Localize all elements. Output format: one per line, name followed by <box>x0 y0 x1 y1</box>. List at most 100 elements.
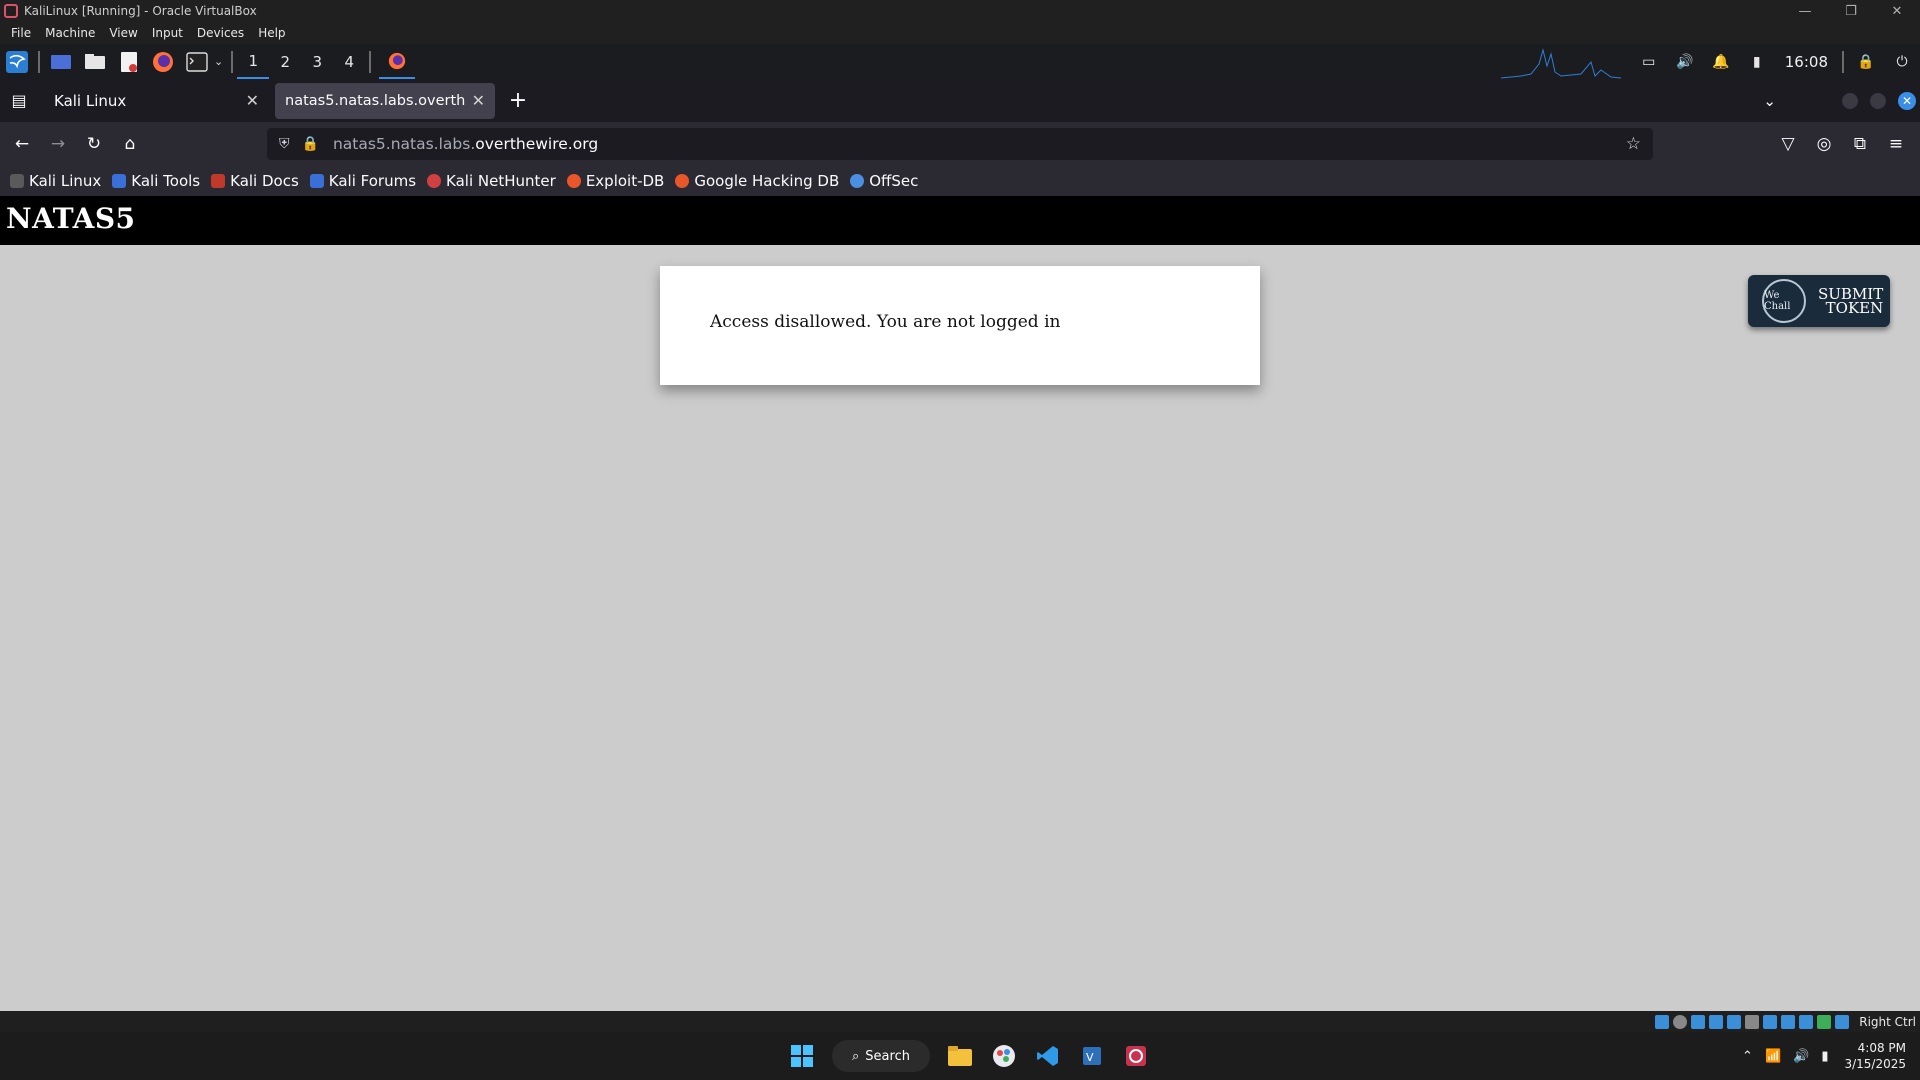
bookmark-label: Kali Linux <box>29 172 102 190</box>
display-icon[interactable] <box>1763 1014 1778 1029</box>
tab-overview-icon[interactable]: ▤ <box>0 83 38 119</box>
bookmark-kali-linux[interactable]: Kali Linux <box>10 172 101 190</box>
cpu-icon[interactable] <box>1799 1014 1814 1029</box>
taskbar-time: 4:08 PM <box>1857 1041 1906 1055</box>
tracking-shield-icon[interactable]: ⛨ <box>279 136 290 152</box>
virtualbox-manager-icon[interactable]: V <box>1072 1036 1112 1076</box>
speaker-icon[interactable]: 🔊 <box>1793 1049 1809 1064</box>
account-icon[interactable]: ◎ <box>1806 128 1842 160</box>
menu-help[interactable]: Help <box>251 26 292 40</box>
workspace-4[interactable]: 4 <box>333 44 365 79</box>
list-all-tabs-icon[interactable]: ⌄ <box>1763 92 1776 110</box>
maximize-window-button[interactable] <box>1870 92 1886 109</box>
ghdb-icon <box>675 174 690 188</box>
taskbar-search[interactable]: ⌕ Search <box>832 1040 930 1072</box>
taskbar-apps: ⌕ Search V <box>780 1032 1158 1080</box>
workspace-2[interactable]: 2 <box>269 44 301 79</box>
new-tab-button[interactable]: + <box>503 86 533 116</box>
battery-icon[interactable]: ▮ <box>1744 49 1770 75</box>
kali-forums-icon <box>309 174 324 188</box>
file-manager-icon[interactable] <box>82 49 108 75</box>
menu-machine[interactable]: Machine <box>38 26 102 40</box>
url-bar[interactable]: ⛨ 🔒 natas5.natas.labs.overthewire.org ☆ <box>267 128 1653 160</box>
bookmark-star-icon[interactable]: ☆ <box>1626 134 1641 154</box>
minimize-icon[interactable]: — <box>1782 0 1828 22</box>
taskbar-clock[interactable]: 4:08 PM 3/15/2025 <box>1844 1040 1906 1072</box>
notification-bell-icon[interactable]: 🔔 <box>1708 49 1734 75</box>
hamburger-menu-icon[interactable]: ≡ <box>1878 128 1914 160</box>
bookmark-google-hacking-db[interactable]: Google Hacking DB <box>675 172 839 190</box>
exploit-db-icon <box>566 174 581 188</box>
panel-separator <box>369 50 372 73</box>
workspace-1[interactable]: 1 <box>237 44 270 79</box>
workspace-3[interactable]: 3 <box>301 44 333 79</box>
wifi-icon[interactable]: 📶 <box>1765 1049 1781 1064</box>
vscode-icon[interactable] <box>1028 1036 1068 1076</box>
usb-icon[interactable] <box>1727 1014 1742 1029</box>
firefox-window-button[interactable] <box>379 44 416 79</box>
kalilinux-vm-icon[interactable] <box>1116 1036 1156 1076</box>
bookmark-kali-tools[interactable]: Kali Tools <box>112 172 200 190</box>
close-window-button[interactable]: ✕ <box>1898 91 1916 110</box>
kali-dragon-icon <box>10 174 24 188</box>
tab-kali-linux[interactable]: Kali Linux ✕ <box>44 83 269 119</box>
menu-devices[interactable]: Devices <box>190 26 251 40</box>
bookmark-kali-docs[interactable]: Kali Docs <box>211 172 299 190</box>
bookmark-kali-forums[interactable]: Kali Forums <box>309 172 416 190</box>
battery-icon[interactable]: ▮ <box>1821 1049 1828 1064</box>
tab-close-icon[interactable]: ✕ <box>472 91 485 110</box>
reload-icon[interactable]: ↻ <box>76 128 112 160</box>
show-hidden-icons-icon[interactable]: ⌃ <box>1742 1049 1753 1064</box>
back-arrow-icon[interactable]: ← <box>4 128 40 160</box>
windows-start-icon[interactable] <box>782 1036 822 1076</box>
tab-natas5[interactable]: natas5.natas.labs.overthewire.org ✕ <box>275 82 495 119</box>
extensions-icon[interactable]: ⧉ <box>1842 128 1878 160</box>
home-icon[interactable]: ⌂ <box>112 128 148 160</box>
text-editor-icon[interactable] <box>116 49 142 75</box>
restore-icon[interactable]: ❐ <box>1828 0 1874 22</box>
url-domain: overthewire.org <box>475 135 599 153</box>
shared-folders-icon[interactable] <box>1745 1014 1760 1029</box>
url-text[interactable]: natas5.natas.labs.overthewire.org <box>333 135 598 153</box>
audio-icon[interactable] <box>1691 1014 1706 1029</box>
menu-file[interactable]: File <box>4 26 38 40</box>
bookmark-offsec[interactable]: OffSec <box>850 172 918 190</box>
recording-icon[interactable] <box>1781 1014 1796 1029</box>
bookmark-kali-nethunter[interactable]: Kali NetHunter <box>427 172 556 190</box>
lock-icon[interactable]: 🔒 <box>1853 49 1879 75</box>
firefox-launcher-icon[interactable] <box>150 49 176 75</box>
chevron-down-icon[interactable]: ⌄ <box>214 55 223 68</box>
window-controls: — ❐ ✕ <box>1782 0 1920 22</box>
guest-additions-icon[interactable] <box>1817 1014 1832 1029</box>
site-info-lock-icon[interactable]: 🔒 <box>302 136 319 152</box>
menu-input[interactable]: Input <box>145 26 190 40</box>
kali-menu-icon[interactable] <box>4 49 30 75</box>
panel-separator <box>1842 50 1844 73</box>
menu-view[interactable]: View <box>102 26 144 40</box>
optical-drive-icon[interactable] <box>1673 1014 1688 1029</box>
terminal-icon[interactable] <box>184 49 210 75</box>
logout-icon[interactable]: ⏻ <box>1889 49 1915 75</box>
hard-disk-icon[interactable] <box>1655 1014 1670 1029</box>
paint-app-icon[interactable] <box>984 1036 1024 1076</box>
page-title: NATAS5 <box>6 202 136 235</box>
submit-token-label: SUBMIT TOKEN <box>1818 287 1883 316</box>
wechall-emblem-icon: We Chall <box>1762 279 1806 323</box>
panel-clock[interactable]: 16:08 <box>1785 53 1828 71</box>
minimize-window-button[interactable] <box>1842 92 1858 109</box>
desktop-icon[interactable] <box>48 49 74 75</box>
tab-label: natas5.natas.labs.overthewire.org <box>285 92 465 109</box>
emblem-text: We Chall <box>1764 290 1791 312</box>
network-icon[interactable] <box>1709 1014 1724 1029</box>
pocket-icon[interactable]: ▽ <box>1770 128 1806 160</box>
forward-arrow-icon[interactable]: → <box>40 128 76 160</box>
panel-separator <box>231 50 234 73</box>
mouse-integration-icon[interactable] <box>1835 1014 1850 1029</box>
close-icon[interactable]: ✕ <box>1874 0 1920 22</box>
bookmark-exploit-db[interactable]: Exploit-DB <box>566 172 664 190</box>
file-explorer-icon[interactable] <box>940 1036 980 1076</box>
tab-close-icon[interactable]: ✕ <box>246 91 259 110</box>
display-icon[interactable]: ▭ <box>1636 49 1662 75</box>
volume-icon[interactable]: 🔊 <box>1672 49 1698 75</box>
submit-token-button[interactable]: We Chall SUBMIT TOKEN <box>1748 275 1890 327</box>
